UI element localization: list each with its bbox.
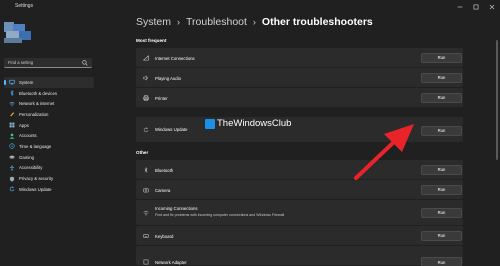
run-incoming-connections-button[interactable]: Run [421, 207, 462, 218]
bluetooth-icon [9, 90, 15, 97]
watermark-text: TheWindowsClub [217, 118, 292, 129]
sidebar-item-privacy-security[interactable]: Privacy & security [4, 173, 94, 184]
troubleshooter-printer: Printer Run [136, 88, 463, 107]
network-icon [9, 101, 15, 107]
troubleshooter-internet: Internet Connections Run [136, 48, 463, 67]
sidebar-item-label: Personalization [19, 111, 49, 117]
troubleshooter-description: Find and fix problems with incoming comp… [155, 212, 285, 217]
avatar[interactable] [4, 22, 32, 44]
watermark-logo-icon [205, 118, 215, 129]
window-controls [452, 0, 500, 14]
watermark: TheWindowsClub [205, 118, 291, 129]
incoming-connections-icon [143, 210, 149, 216]
run-bluetooth-button[interactable]: Run [421, 164, 462, 175]
minimize-button[interactable] [452, 0, 468, 14]
run-audio-button[interactable]: Run [421, 72, 462, 83]
troubleshooter-title: Bluetooth [155, 167, 174, 173]
troubleshooter-audio: Playing Audio Run [136, 68, 463, 87]
troubleshooter-title: Camera [155, 187, 171, 193]
personalization-icon [9, 111, 15, 117]
chevron-right-icon: › [252, 17, 256, 27]
sidebar-item-label: Bluetooth & devices [19, 90, 57, 96]
sidebar-item-label: Privacy & security [19, 176, 54, 182]
annotation-arrow-icon [354, 124, 414, 180]
sidebar-item-accounts[interactable]: Accounts [4, 130, 94, 141]
gaming-icon [9, 154, 15, 160]
run-network-adapter-button[interactable]: Run [421, 257, 462, 266]
run-windows-update-button[interactable]: Run [421, 125, 462, 136]
run-keyboard-button[interactable]: Run [421, 230, 462, 241]
search-placeholder: Find a setting [8, 60, 34, 65]
privacy-icon [9, 176, 15, 182]
troubleshooter-title: Internet Connections [155, 55, 195, 61]
sidebar-item-personalization[interactable]: Personalization [4, 109, 94, 120]
maximize-button[interactable] [468, 0, 484, 14]
search-input[interactable]: Find a setting [4, 58, 92, 68]
troubleshooter-title: Windows Update [155, 127, 188, 132]
section-most-frequent: Most frequent [136, 38, 167, 43]
wifi-icon [143, 54, 149, 61]
sidebar-item-label: System [19, 79, 34, 85]
sidebar-item-label: Gaming [19, 154, 35, 160]
sidebar-item-label: Apps [19, 122, 29, 128]
sidebar-item-label: Network & internet [19, 101, 55, 107]
chevron-right-icon: › [177, 17, 181, 27]
section-other: Other [136, 150, 149, 155]
sidebar-item-time-language[interactable]: Time & language [4, 141, 94, 152]
run-printer-button[interactable]: Run [421, 92, 462, 103]
sidebar-item-network[interactable]: Network & internet [4, 98, 94, 109]
troubleshooter-title: Keyboard [155, 233, 174, 239]
apps-icon [9, 122, 15, 128]
minimize-icon [457, 6, 463, 8]
printer-icon [143, 94, 149, 101]
keyboard-icon [143, 233, 149, 239]
maximize-icon [473, 4, 479, 10]
sidebar: Find a setting System Bluetooth & device… [0, 14, 97, 266]
run-camera-button[interactable]: Run [421, 184, 462, 195]
camera-icon [143, 187, 149, 193]
sidebar-item-label: Windows Update [19, 186, 52, 192]
search-icon [82, 60, 88, 66]
close-button[interactable] [484, 0, 500, 14]
troubleshooter-title: Incoming Connections [155, 206, 198, 211]
system-icon [9, 79, 15, 85]
accessibility-icon [9, 165, 15, 171]
sidebar-item-gaming[interactable]: Gaming [4, 152, 94, 163]
sidebar-item-windows-update[interactable]: Windows Update [4, 184, 94, 195]
sidebar-item-label: Time & language [19, 143, 52, 149]
breadcrumb-troubleshoot[interactable]: Troubleshoot [186, 16, 247, 28]
sidebar-item-label: Accessibility [19, 165, 43, 171]
troubleshooter-keyboard: Keyboard Run [136, 226, 463, 245]
settings-window: Settings Find a setting System Bluetooth… [0, 0, 500, 266]
page-title: Other troubleshooters [261, 16, 373, 28]
scrollbar[interactable] [496, 40, 498, 160]
troubleshooter-incoming-connections: Incoming Connections Find and fix proble… [136, 200, 463, 225]
sidebar-item-bluetooth[interactable]: Bluetooth & devices [4, 88, 94, 99]
troubleshooter-title: Network Adapter [155, 259, 187, 265]
sidebar-item-label: Accounts [19, 133, 37, 139]
breadcrumb-system[interactable]: System [136, 16, 171, 28]
sidebar-item-accessibility[interactable]: Accessibility [4, 163, 94, 174]
troubleshooter-title: Printer [155, 95, 168, 101]
nav-list: System Bluetooth & devices Network & int… [4, 77, 94, 195]
close-icon [489, 4, 495, 10]
bluetooth-icon [143, 166, 149, 173]
sidebar-item-apps[interactable]: Apps [4, 120, 94, 131]
time-icon [9, 143, 15, 150]
troubleshooter-title: Playing Audio [155, 75, 182, 81]
windows-update-icon [9, 186, 15, 192]
app-title: Settings [15, 3, 34, 9]
run-internet-button[interactable]: Run [421, 52, 462, 63]
refresh-icon [143, 126, 149, 133]
title-bar: Settings [0, 0, 500, 14]
accounts-icon [9, 133, 15, 139]
troubleshooter-network-adapter: Network Adapter Run [136, 246, 463, 266]
speaker-icon [143, 74, 149, 81]
network-adapter-icon [143, 259, 149, 265]
sidebar-item-system[interactable]: System [4, 77, 94, 88]
breadcrumb: System › Troubleshoot › Other troublesho… [136, 16, 373, 28]
